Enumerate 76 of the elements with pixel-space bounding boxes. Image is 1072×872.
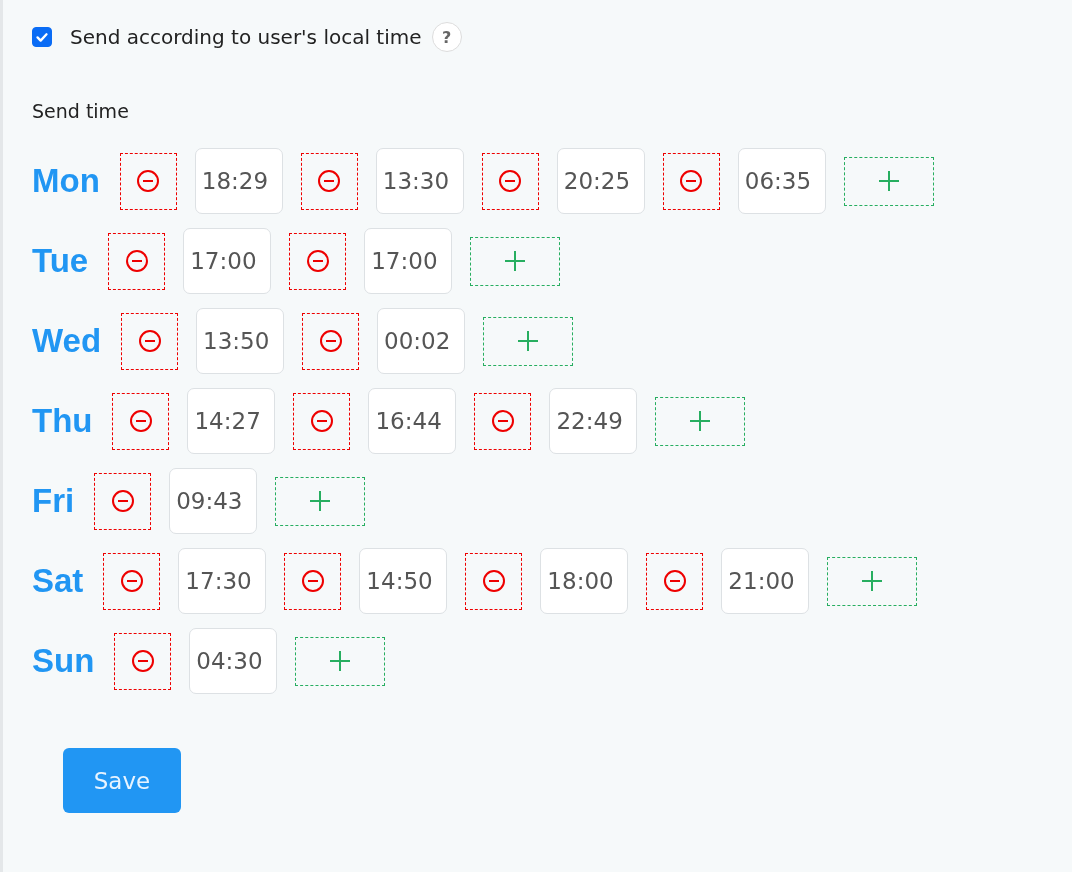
day-label: Wed xyxy=(32,322,102,360)
minus-circle-icon xyxy=(662,569,687,593)
remove-button[interactable] xyxy=(94,472,152,530)
checkbox[interactable] xyxy=(32,27,52,47)
time-field[interactable]: 06:35 xyxy=(737,148,826,214)
remove-button[interactable] xyxy=(112,392,170,450)
remove-button[interactable] xyxy=(289,232,347,290)
minus-circle-icon xyxy=(491,409,515,433)
remove-button[interactable] xyxy=(465,552,523,610)
day-label: Sat xyxy=(32,562,84,600)
add-button[interactable] xyxy=(275,476,366,526)
time-field[interactable]: 20:25 xyxy=(556,148,645,214)
plus-icon xyxy=(876,169,901,193)
time-field[interactable]: 17:30 xyxy=(178,548,267,614)
remove-button[interactable] xyxy=(474,392,532,450)
remove-button[interactable] xyxy=(114,632,172,690)
add-button[interactable] xyxy=(655,396,746,446)
remove-button[interactable] xyxy=(108,232,166,290)
minus-circle-icon xyxy=(481,569,506,593)
time-field[interactable]: 21:00 xyxy=(721,548,810,614)
minus-circle-icon xyxy=(119,569,144,593)
add-button[interactable] xyxy=(827,556,918,606)
remove-button[interactable] xyxy=(121,312,179,370)
plus-icon xyxy=(503,249,528,273)
remove-button[interactable] xyxy=(293,392,351,450)
time-field[interactable]: 09:43 xyxy=(169,468,258,534)
day-label: Mon xyxy=(32,162,100,200)
time-field[interactable]: 14:27 xyxy=(187,388,276,454)
remove-button[interactable] xyxy=(119,152,177,210)
minus-circle-icon xyxy=(498,169,523,193)
plus-icon xyxy=(860,569,885,593)
plus-icon xyxy=(328,649,353,673)
day-label: Sun xyxy=(32,642,95,680)
time-field[interactable]: 00:02 xyxy=(377,308,466,374)
minus-circle-icon xyxy=(124,249,149,273)
minus-circle-icon xyxy=(129,409,153,433)
minus-circle-icon xyxy=(305,249,330,273)
add-button[interactable] xyxy=(483,316,574,366)
minus-circle-icon xyxy=(318,329,343,353)
time-field[interactable]: 17:00 xyxy=(364,228,453,294)
day-label: Tue xyxy=(32,242,89,280)
minus-circle-icon xyxy=(317,169,342,193)
add-button[interactable] xyxy=(843,156,934,206)
time-field[interactable]: 18:29 xyxy=(194,148,283,214)
plus-icon xyxy=(688,409,713,433)
minus-circle-icon xyxy=(110,489,135,513)
add-button[interactable] xyxy=(295,636,386,686)
time-field[interactable]: 17:00 xyxy=(183,228,272,294)
day-label: Thu xyxy=(32,402,93,440)
time-field[interactable]: 18:00 xyxy=(540,548,629,614)
minus-circle-icon xyxy=(137,329,162,353)
help-button[interactable]: ? xyxy=(431,22,462,52)
add-button[interactable] xyxy=(470,236,561,286)
section-label: Send time xyxy=(32,100,130,122)
remove-button[interactable] xyxy=(662,152,720,210)
time-field[interactable]: 13:50 xyxy=(196,308,285,374)
time-field[interactable]: 22:49 xyxy=(549,388,638,454)
checkbox-label[interactable]: Send according to user's local time xyxy=(70,25,422,49)
minus-circle-icon xyxy=(679,169,704,193)
remove-button[interactable] xyxy=(103,552,161,610)
time-field[interactable]: 16:44 xyxy=(368,388,457,454)
remove-button[interactable] xyxy=(300,152,358,210)
minus-circle-icon xyxy=(310,409,334,433)
remove-button[interactable] xyxy=(284,552,342,610)
minus-circle-icon xyxy=(136,169,161,193)
minus-circle-icon xyxy=(300,569,325,593)
time-field[interactable]: 04:30 xyxy=(189,628,278,694)
remove-button[interactable] xyxy=(302,312,360,370)
remove-button[interactable] xyxy=(481,152,539,210)
plus-icon xyxy=(516,329,541,353)
time-field[interactable]: 14:50 xyxy=(359,548,448,614)
minus-circle-icon xyxy=(130,649,155,673)
remove-button[interactable] xyxy=(646,552,704,610)
plus-icon xyxy=(308,489,333,513)
day-label: Fri xyxy=(32,482,75,520)
time-field[interactable]: 13:30 xyxy=(375,148,464,214)
